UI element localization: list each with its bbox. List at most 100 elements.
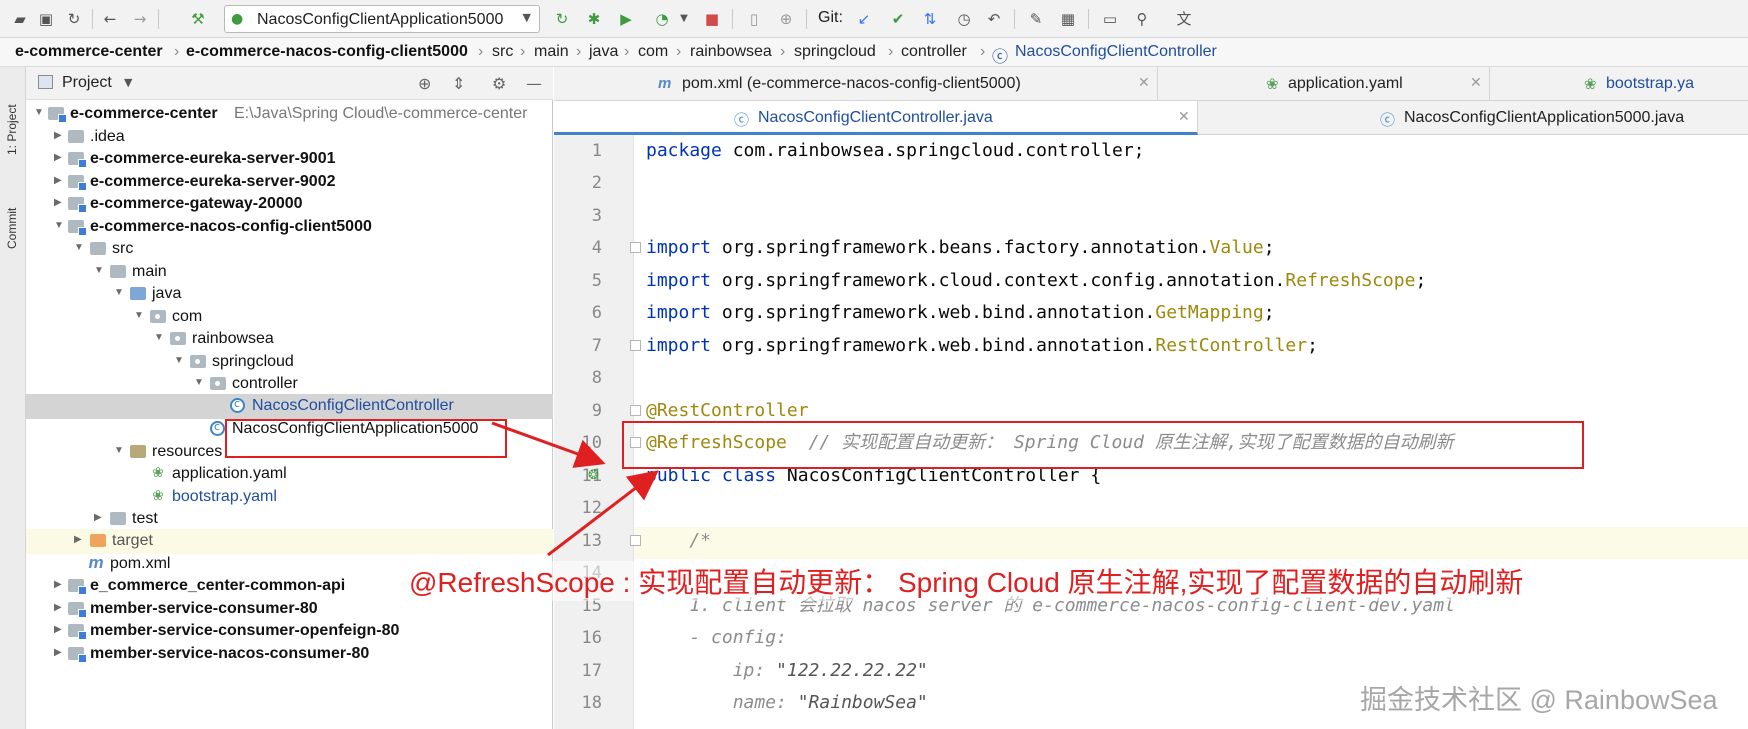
main-toolbar: ▰ ▣ ↻ ← → ⚒ ● NacosConfigClientApplicati… bbox=[0, 0, 1748, 38]
git-commit-icon[interactable]: ✔ bbox=[888, 9, 908, 29]
close-icon[interactable]: ✕ bbox=[1138, 74, 1150, 91]
tab-nacos-config-client-application[interactable]: ⓒ NacosConfigClientApplication5000.java bbox=[1198, 101, 1748, 135]
tree-item[interactable]: ▶ member-service-consumer-openfeign-80 bbox=[26, 619, 553, 644]
chevron-down-icon: ▼ bbox=[522, 11, 531, 24]
project-panel-header: Project ▼ ⊕ ⇕ ⚙ — bbox=[26, 67, 553, 100]
gear-icon[interactable]: ⚙ bbox=[492, 74, 506, 93]
spring-boot-icon: ● bbox=[231, 11, 244, 27]
tab-application-yaml[interactable]: ❀ application.yaml ✕ bbox=[1158, 67, 1490, 101]
back-icon[interactable]: ← bbox=[100, 9, 120, 29]
git-label: Git: bbox=[818, 9, 843, 26]
code-line-17: ip: "122.22.22.22" bbox=[646, 660, 928, 681]
maven-icon: m bbox=[658, 75, 672, 92]
editor-tab-row: ⓒ NacosConfigClientController.java ✕ ⓒ N… bbox=[554, 101, 1748, 135]
code-line-6: import org.springframework.web.bind.anno… bbox=[646, 302, 1275, 323]
save-all-icon[interactable]: ▣ bbox=[36, 9, 56, 29]
git-push-icon[interactable]: ⇅ bbox=[920, 9, 940, 29]
build-hammer-icon[interactable]: ⚒ bbox=[188, 9, 208, 29]
stop-icon[interactable]: ■ bbox=[702, 9, 722, 29]
close-icon[interactable]: ✕ bbox=[1178, 108, 1190, 125]
search-everywhere-disabled-icon[interactable]: ⊕ bbox=[776, 9, 796, 29]
tree-item[interactable]: ▶ e-commerce-gateway-20000 bbox=[26, 192, 553, 217]
breadcrumb-item[interactable]: controller bbox=[901, 43, 967, 61]
git-update-icon[interactable]: ↙ bbox=[854, 9, 874, 29]
ide-window: ▰ ▣ ↻ ← → ⚒ ● NacosConfigClientApplicati… bbox=[0, 0, 1748, 729]
watermark: 掘金技术社区 @ RainbowSea bbox=[1360, 685, 1718, 715]
run-configuration-label: NacosConfigClientApplication5000 bbox=[257, 11, 504, 28]
tree-item[interactable]: ▼ src bbox=[26, 237, 553, 262]
tab-pom-xml[interactable]: m pom.xml (e-commerce-nacos-config-clien… bbox=[554, 67, 1158, 101]
fold-marker[interactable] bbox=[630, 535, 641, 546]
breadcrumb-item[interactable]: NacosConfigClientController bbox=[1015, 43, 1217, 61]
tree-item[interactable]: ▶ member-service-nacos-consumer-80 bbox=[26, 642, 553, 667]
run-with-coverage-icon[interactable]: ▶ bbox=[616, 9, 636, 29]
tree-item[interactable]: ▶ e-commerce-eureka-server-9001 bbox=[26, 147, 553, 172]
tree-item[interactable]: ▶ target bbox=[26, 529, 553, 554]
code-line-13: /* bbox=[646, 530, 712, 551]
annotation-box-code-line bbox=[622, 421, 1584, 469]
chevron-down-icon[interactable]: ▼ bbox=[124, 76, 132, 89]
breadcrumb-item[interactable]: java bbox=[589, 43, 618, 61]
current-line-highlight bbox=[554, 527, 1748, 559]
code-line-1: package com.rainbowsea.springcloud.contr… bbox=[646, 140, 1145, 161]
tab-nacos-config-client-controller[interactable]: ⓒ NacosConfigClientController.java ✕ bbox=[554, 101, 1198, 135]
profile-dropdown-icon[interactable]: ▼ bbox=[674, 9, 694, 29]
editor-tab-row: m pom.xml (e-commerce-nacos-config-clien… bbox=[554, 67, 1748, 101]
project-panel: Project ▼ ⊕ ⇕ ⚙ — ▼ e-commerce-center E:… bbox=[26, 67, 575, 729]
debug-icon[interactable]: ✱ bbox=[584, 9, 604, 29]
project-panel-title[interactable]: Project bbox=[62, 74, 112, 92]
class-icon: ⓒ bbox=[1380, 112, 1396, 129]
profile-icon[interactable]: ◔ bbox=[652, 9, 672, 29]
yaml-icon: ❀ bbox=[1266, 76, 1279, 93]
breadcrumb-item[interactable]: e-commerce-nacos-config-client5000 bbox=[186, 43, 468, 61]
terminal-icon[interactable]: ▭ bbox=[1100, 9, 1120, 29]
rerun-icon[interactable]: ↻ bbox=[552, 9, 572, 29]
open-folder-icon[interactable]: ▰ bbox=[10, 9, 30, 29]
git-history-icon[interactable]: ◷ bbox=[954, 9, 974, 29]
code-line-16: - config: bbox=[646, 627, 787, 648]
code-line-5: import org.springframework.cloud.context… bbox=[646, 270, 1427, 291]
code-line-7: import org.springframework.web.bind.anno… bbox=[646, 335, 1318, 356]
sync-icon[interactable]: ↻ bbox=[64, 9, 84, 29]
class-icon: ⓒ bbox=[992, 49, 1009, 66]
breadcrumb-item[interactable]: com bbox=[638, 43, 668, 61]
translate-icon[interactable]: 文 bbox=[1174, 9, 1194, 29]
project-tool-button[interactable]: 1: Project bbox=[5, 77, 19, 155]
annotation-box-tree-item bbox=[225, 419, 507, 458]
locate-icon[interactable]: ⊕ bbox=[418, 74, 431, 93]
close-icon[interactable]: ✕ bbox=[1470, 74, 1482, 91]
breadcrumb-item[interactable]: e-commerce-center bbox=[15, 43, 163, 61]
settings-wrench-icon[interactable]: ✎ bbox=[1026, 9, 1046, 29]
search-icon[interactable]: ⚲ bbox=[1132, 9, 1152, 29]
spring-bean-gutter-icon[interactable]: ❂ bbox=[588, 468, 599, 483]
collapse-all-icon[interactable]: ⇕ bbox=[452, 74, 465, 93]
fold-marker[interactable] bbox=[630, 340, 641, 351]
tab-bootstrap-yaml[interactable]: ❀ bootstrap.ya bbox=[1490, 67, 1748, 101]
yaml-icon: ❀ bbox=[1584, 76, 1597, 93]
tree-item[interactable]: ▼ e-commerce-center E:\Java\Spring Cloud… bbox=[26, 102, 553, 127]
commit-tool-button[interactable]: Commit bbox=[5, 179, 19, 249]
tree-item[interactable]: ▼ rainbowsea bbox=[26, 327, 553, 352]
tool-window-strip: 1: Project Commit bbox=[0, 67, 26, 729]
tree-item[interactable]: ❀ application.yaml bbox=[26, 462, 553, 487]
project-structure-icon[interactable]: ▦ bbox=[1058, 9, 1078, 29]
run-configuration-select[interactable]: ● NacosConfigClientApplication5000 ▼ bbox=[224, 5, 540, 33]
tree-item-selected[interactable]: NacosConfigClientController bbox=[26, 394, 553, 419]
hide-icon[interactable]: — bbox=[526, 74, 542, 93]
breadcrumb: e-commerce-center › e-commerce-nacos-con… bbox=[0, 38, 1748, 67]
breadcrumb-item[interactable]: rainbowsea bbox=[690, 43, 772, 61]
tree-item[interactable]: ▼ java bbox=[26, 282, 553, 307]
rollback-icon[interactable]: ↶ bbox=[984, 9, 1004, 29]
root-path: E:\Java\Spring Cloud\e-commerce-center bbox=[234, 105, 528, 122]
forward-icon[interactable]: → bbox=[130, 9, 150, 29]
breadcrumb-item[interactable]: springcloud bbox=[794, 43, 876, 61]
project-icon bbox=[38, 75, 53, 89]
annotation-callout: @RefreshScope : 实现配置自动更新： Spring Cloud 原… bbox=[409, 561, 1524, 601]
fold-marker[interactable] bbox=[630, 405, 641, 416]
breadcrumb-item[interactable]: src bbox=[492, 43, 513, 61]
fold-marker[interactable] bbox=[630, 242, 641, 253]
class-icon: ⓒ bbox=[734, 112, 750, 129]
breadcrumb-item[interactable]: main bbox=[534, 43, 569, 61]
code-line-18: name: "RainbowSea" bbox=[646, 692, 928, 713]
attach-debugger-icon[interactable]: ▯ bbox=[744, 9, 764, 29]
